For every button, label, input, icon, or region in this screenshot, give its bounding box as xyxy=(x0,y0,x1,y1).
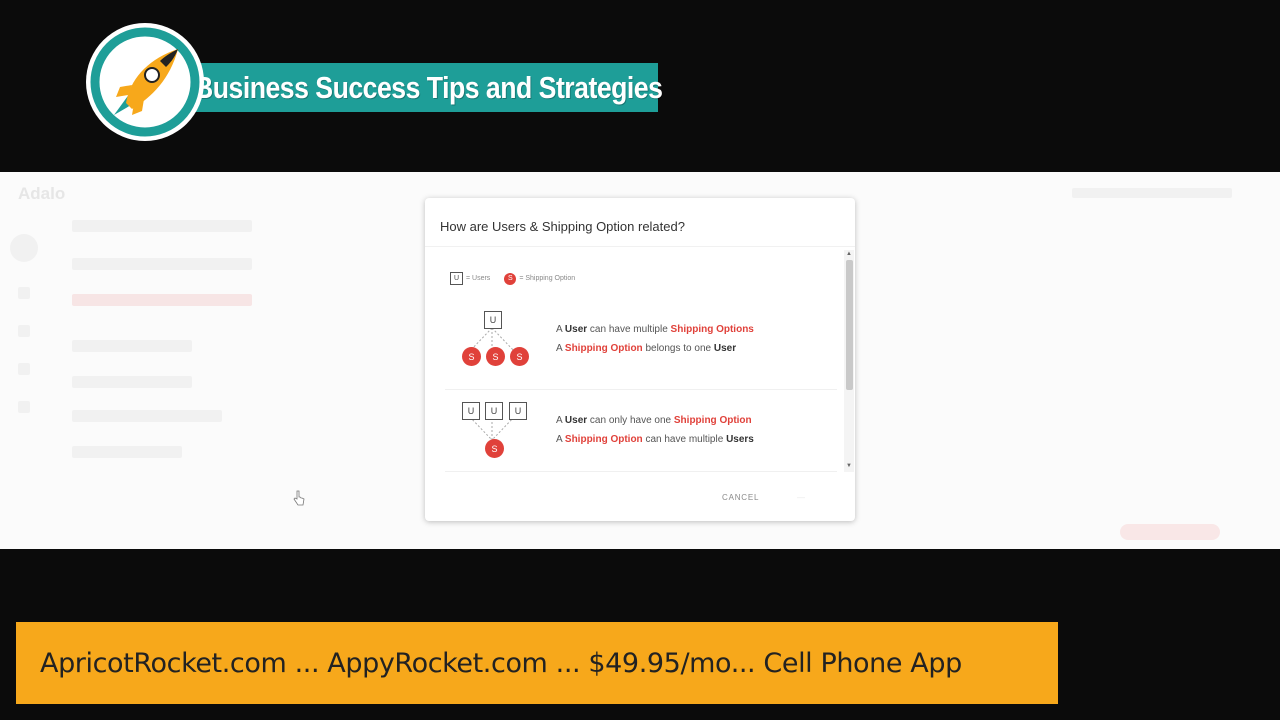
app-logo: Adalo xyxy=(18,184,66,203)
relation-description-line: A User can only have one Shipping Option xyxy=(556,415,752,426)
relation-description-line: A User can have multiple Shipping Option… xyxy=(556,324,754,335)
promo-ticker: ApricotRocket.com ... AppyRocket.com ...… xyxy=(16,622,1058,704)
collection-item xyxy=(72,376,192,388)
top-nav xyxy=(1072,188,1232,198)
collection-item xyxy=(72,410,222,422)
sidebar-icon xyxy=(18,287,30,299)
relationship-option-many-to-one[interactable]: U U U S A User can only have one Shippin… xyxy=(445,396,837,472)
sidebar-icon xyxy=(18,401,30,413)
help-button xyxy=(1120,524,1220,540)
shipping-option-node: S xyxy=(510,347,529,366)
collection-item xyxy=(72,340,192,352)
rocket-icon xyxy=(90,27,200,137)
sidebar-icon xyxy=(18,325,30,337)
banner-title: Business Success Tips and Strategies xyxy=(194,69,663,105)
relation-description-line: A Shipping Option can have multiple User… xyxy=(556,434,754,445)
option-legend-label: = Shipping Option xyxy=(519,275,576,282)
user-symbol: U xyxy=(450,272,463,285)
user-node: U xyxy=(462,402,480,420)
legend: U = Users S = Shipping Option xyxy=(450,272,575,285)
relation-description-line: A Shipping Option belongs to one User xyxy=(556,343,737,354)
cancel-button[interactable]: CANCEL xyxy=(722,493,759,502)
divider xyxy=(425,246,855,247)
scrollbar-thumb[interactable] xyxy=(846,260,853,390)
relationship-option-one-to-many[interactable]: U S S S A User can have multiple Shippin… xyxy=(445,304,837,390)
collection-item xyxy=(72,220,252,232)
hand-cursor-icon xyxy=(293,490,305,506)
channel-logo xyxy=(86,23,204,141)
option-symbol: S xyxy=(504,272,517,285)
shipping-option-node: S xyxy=(485,439,504,458)
relationship-options[interactable]: U = Users S = Shipping Option U S S S A … xyxy=(445,250,855,472)
user-node: U xyxy=(509,402,527,420)
relationship-dialog: How are Users & Shipping Option related?… xyxy=(425,198,855,521)
scroll-down-icon[interactable]: ▼ xyxy=(844,462,854,470)
user-node: U xyxy=(484,311,502,329)
video-frame: Business Success Tips and Strategies Ada… xyxy=(0,0,1280,720)
user-legend-label: = Users xyxy=(466,275,491,282)
add-icon xyxy=(10,234,38,262)
collection-item xyxy=(72,446,182,458)
scroll-up-icon[interactable]: ▲ xyxy=(844,250,854,258)
shipping-option-node: S xyxy=(462,347,481,366)
user-node: U xyxy=(485,402,503,420)
collection-item xyxy=(72,294,252,306)
title-banner: Business Success Tips and Strategies xyxy=(176,63,663,112)
ticker-text: ApricotRocket.com ... AppyRocket.com ...… xyxy=(40,647,962,679)
dialog-title: How are Users & Shipping Option related? xyxy=(440,219,685,234)
sidebar-icon xyxy=(18,363,30,375)
collection-item xyxy=(72,258,252,270)
shipping-option-node: S xyxy=(486,347,505,366)
next-button[interactable]: — xyxy=(797,493,806,502)
